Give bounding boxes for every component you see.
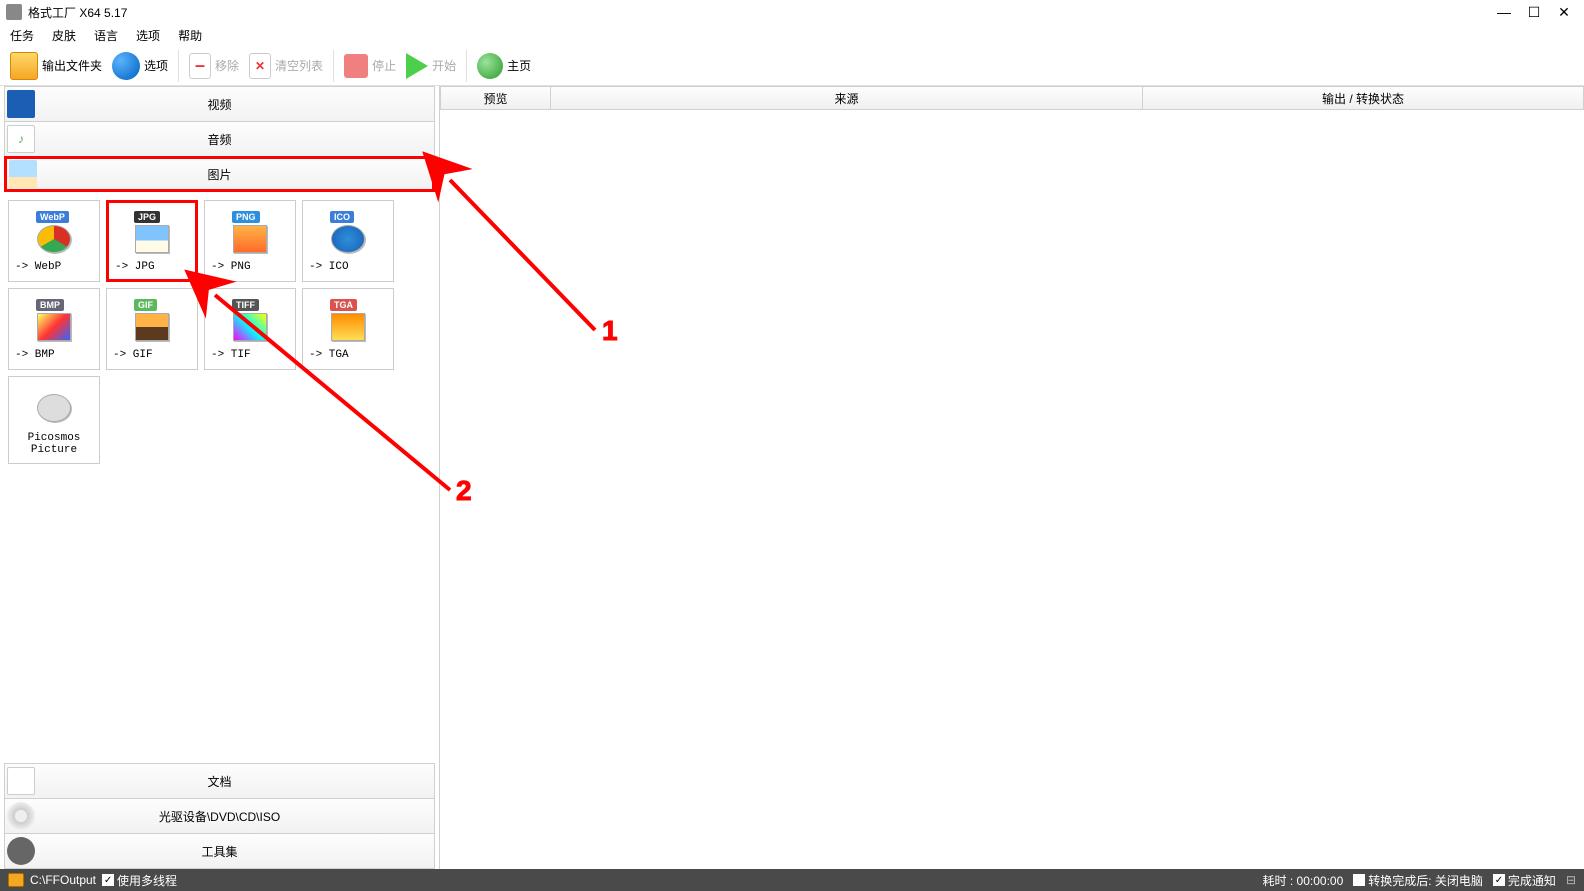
- annotation-1: 1: [602, 315, 618, 347]
- annotation-2: 2: [456, 475, 472, 507]
- annotation-overlay: [0, 0, 1584, 891]
